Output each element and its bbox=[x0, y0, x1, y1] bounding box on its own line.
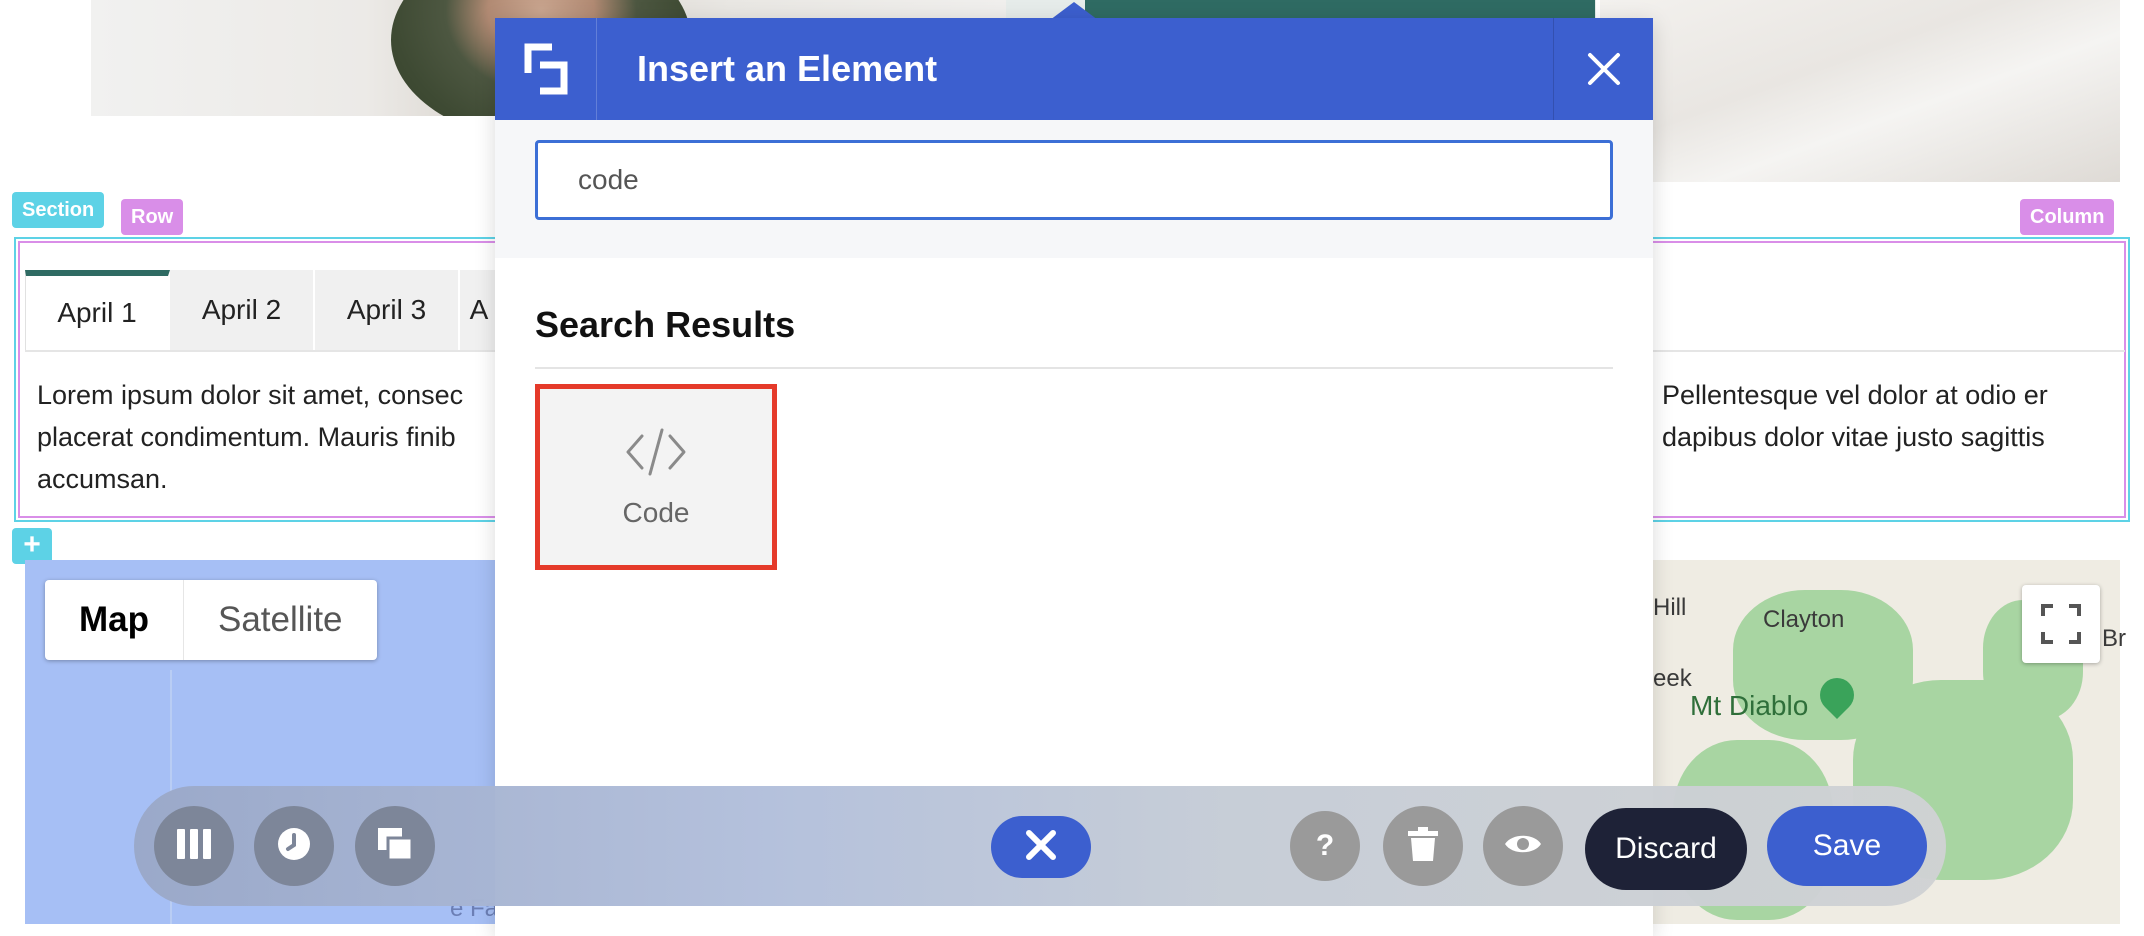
tab-april-2[interactable]: April 2 bbox=[170, 270, 315, 350]
tab-april-3[interactable]: April 3 bbox=[315, 270, 460, 350]
tab-april-1[interactable]: April 1 bbox=[25, 270, 170, 350]
eye-icon bbox=[1504, 831, 1542, 862]
delete-button[interactable] bbox=[1383, 806, 1463, 886]
date-tabs: April 1 April 2 April 3 A bbox=[25, 270, 500, 350]
hero-image-interior bbox=[1600, 0, 2120, 182]
code-icon bbox=[624, 426, 688, 483]
clock-icon bbox=[277, 827, 311, 866]
builder-logo-icon bbox=[495, 18, 597, 120]
close-panel-button[interactable] bbox=[991, 816, 1091, 878]
code-element-label: Code bbox=[622, 496, 690, 528]
preview-button[interactable] bbox=[1483, 806, 1563, 886]
tab-april-4[interactable]: A bbox=[460, 270, 500, 350]
section-tag[interactable]: Section bbox=[12, 192, 105, 228]
save-button[interactable]: Save bbox=[1767, 806, 1927, 886]
trash-icon bbox=[1408, 826, 1438, 866]
modal-header: Insert an Element bbox=[495, 18, 1653, 120]
tab-content-left: Lorem ipsum dolor sit amet, consec place… bbox=[37, 380, 464, 494]
layers-button[interactable] bbox=[355, 806, 435, 886]
column-tag[interactable]: Column bbox=[2020, 199, 2115, 235]
results-divider bbox=[535, 367, 1613, 369]
close-icon bbox=[1025, 829, 1057, 866]
fullscreen-icon[interactable] bbox=[2022, 585, 2100, 663]
modal-title: Insert an Element bbox=[637, 48, 938, 89]
svg-text:?: ? bbox=[1316, 829, 1334, 862]
discard-button[interactable]: Discard bbox=[1585, 808, 1747, 890]
map-place-label: Mt Diablo bbox=[1690, 690, 1809, 721]
element-search-input[interactable] bbox=[535, 140, 1613, 220]
map-place-label: eek bbox=[1653, 665, 1692, 692]
row-tag[interactable]: Row bbox=[121, 199, 184, 235]
layout-columns-button[interactable] bbox=[154, 806, 234, 886]
map-type-toggle: Map Satellite bbox=[45, 580, 377, 660]
map-view-button[interactable]: Map bbox=[45, 580, 184, 660]
map-place-label: Br bbox=[2102, 625, 2126, 652]
satellite-view-button[interactable]: Satellite bbox=[184, 580, 377, 660]
question-icon: ? bbox=[1303, 822, 1347, 871]
map-place-label: Clayton bbox=[1763, 606, 1845, 633]
layers-icon bbox=[378, 827, 414, 865]
columns-icon bbox=[177, 828, 211, 864]
close-icon[interactable] bbox=[1553, 18, 1653, 120]
code-element-tile[interactable]: Code bbox=[535, 384, 777, 570]
help-button[interactable]: ? bbox=[1290, 811, 1360, 881]
tab-content-right: Pellentesque vel dolor at odio er dapibu… bbox=[1662, 380, 2048, 452]
history-button[interactable] bbox=[254, 806, 334, 886]
map-place-label: Hill bbox=[1653, 594, 1687, 621]
search-results-heading: Search Results bbox=[535, 304, 796, 345]
add-section-button[interactable]: + bbox=[12, 528, 52, 564]
